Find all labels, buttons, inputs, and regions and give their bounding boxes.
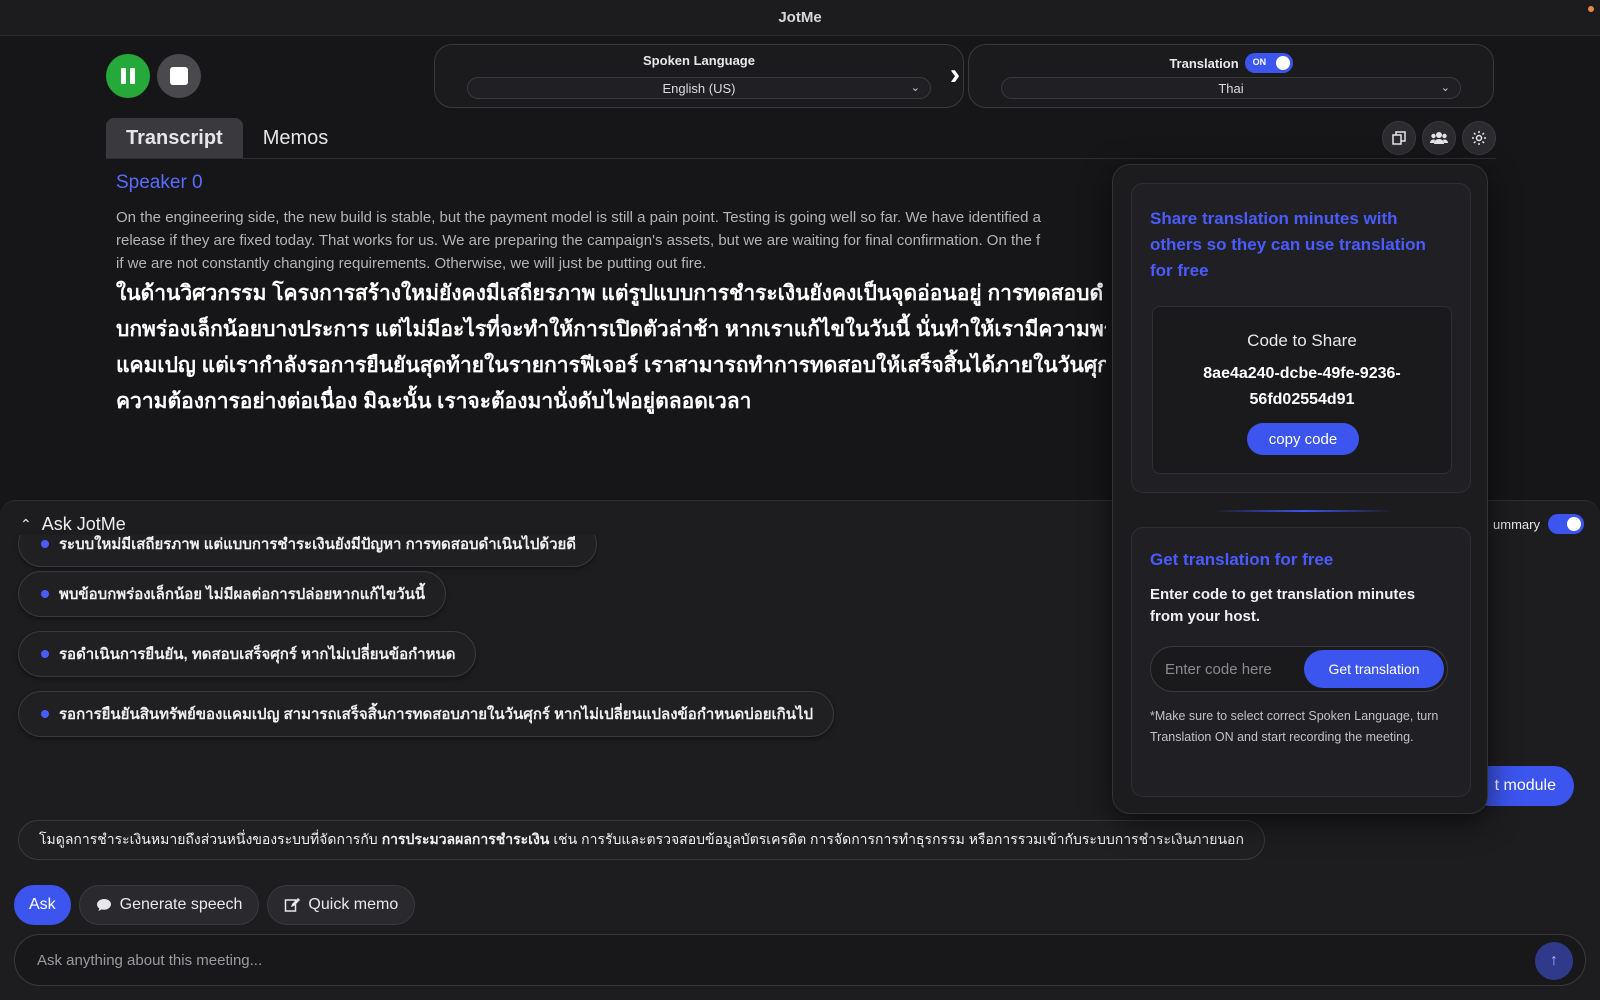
translation-header: Translation ON [969,53,1493,73]
bullet-dot [41,650,49,658]
share-code-line: 8ae4a240-dcbe-49fe-9236- [1203,365,1401,382]
list-item[interactable]: รอการยืนยันสินทรัพย์ของแคมเปญ สามารถเสร็… [18,691,835,737]
list-item-text: รอดำเนินการยืนยัน, ทดสอบเสร็จศุกร์ หากไม… [59,646,456,663]
copy-icon [1392,131,1406,145]
share-code-line: 56fd02554d91 [1249,391,1355,408]
translation-language-value: Thai [1218,80,1244,96]
quick-memo-label: Quick memo [308,896,399,913]
pause-recording-button[interactable] [106,54,150,98]
ask-button-label: Ask [29,896,56,913]
spoken-language-box: Spoken Language English (US) ⌄ [434,44,964,108]
share-translation-popover: Share translation minutes with others so… [1112,164,1488,814]
transcript-original-text: On the engineering side, the new build i… [116,206,1106,275]
get-translation-button[interactable]: Get translation [1304,650,1444,688]
copy-button[interactable] [1382,121,1416,155]
code-input[interactable] [1165,647,1305,691]
list-item[interactable]: ระบบใหม่มีเสถียรภาพ แต่แบบการชำระเงินยัง… [18,535,598,567]
answer-text-bold: การประมวลผลการชำระเงิน [381,831,550,847]
transcript-translated-text: ในด้านวิศวกรรม โครงการสร้างใหม่ยังคงมีเส… [116,276,1106,420]
spoken-language-select[interactable]: English (US) ⌄ [467,77,931,99]
ask-button[interactable]: Ask [14,885,71,925]
share-code-card: Share translation minutes with others so… [1131,183,1471,493]
settings-button[interactable] [1462,121,1496,155]
translated-line: บกพร่องเล็กน้อยบางประการ แต่ไม่มีอะไรที่… [116,318,1106,341]
ask-input[interactable] [37,935,1517,985]
spoken-language-value: English (US) [662,80,736,96]
people-icon [1430,132,1448,144]
share-code: 8ae4a240-dcbe-49fe-9236- 56fd02554d91 [1153,361,1451,413]
summary-toggle[interactable] [1548,514,1584,534]
translation-language-select[interactable]: Thai ⌄ [1001,77,1461,99]
summary-toggle-row: ummary [1493,514,1584,534]
window-status-dot [1588,6,1594,12]
ask-actions: Ask Generate speech Quick memo [14,885,416,925]
answer-text-prefix: โมดูลการชำระเงินหมายถึงส่วนหนึ่งของระบบท… [39,831,378,847]
transcript-line: if we are not constantly changing requir… [116,255,707,272]
speaker-label: Speaker 0 [116,172,203,193]
translation-box: Translation ON Thai ⌄ [968,44,1494,108]
pause-icon [121,68,135,84]
tab-divider [106,158,1496,159]
bullet-dot [41,540,49,548]
tab-transcript[interactable]: Transcript [106,118,243,158]
chevron-down-icon: ⌄ [1440,82,1450,94]
translation-toggle[interactable]: ON [1244,53,1293,73]
list-item-text: พบข้อบกพร่องเล็กน้อย ไม่มีผลต่อการปล่อยห… [59,586,426,603]
ask-panel-title: Ask JotMe [41,514,126,534]
translation-toggle-text: ON [1252,57,1267,67]
code-box: Code to Share 8ae4a240-dcbe-49fe-9236- 5… [1152,306,1452,474]
divider-glow [1213,510,1393,512]
toggle-knob [1275,56,1290,70]
ask-input-box: ↑ [14,934,1586,986]
share-title: Share translation minutes with others so… [1150,209,1426,280]
summary-list: ระบบใหม่มีเสถียรภาพ แต่แบบการชำระเงินยัง… [0,535,1100,755]
answer-bubble: โมดูลการชำระเงินหมายถึงส่วนหนึ่งของระบบท… [18,820,1265,860]
copy-code-button[interactable]: copy code [1247,423,1359,455]
bullet-dot [41,710,49,718]
translated-line: ความต้องการอย่างต่อเนื่อง มิฉะนั้น เราจะ… [116,390,752,413]
instruction-note: *Make sure to select correct Spoken Lang… [1150,709,1439,744]
tab-memos[interactable]: Memos [243,118,349,158]
summary-label: ummary [1493,516,1540,532]
transcript-line: release if they are fixed today. That wo… [116,232,1041,249]
list-item[interactable]: รอดำเนินการยืนยัน, ทดสอบเสร็จศุกร์ หากไม… [18,631,477,677]
stop-recording-button[interactable] [157,54,201,98]
title-bar: JotMe [0,0,1600,36]
code-label: Code to Share [1247,331,1357,350]
settings-icon [1472,131,1486,145]
translation-label: Translation [1169,55,1239,71]
stop-icon [170,67,188,85]
free-translation-description: Enter code to get translation minutes fr… [1150,586,1416,625]
translated-line: ในด้านวิศวกรรม โครงการสร้างใหม่ยังคงมีเส… [116,282,1104,305]
arrow-up-icon: ↑ [1550,952,1558,969]
share-people-button[interactable] [1422,121,1456,155]
spoken-language-label: Spoken Language [643,53,755,68]
list-item-text: ระบบใหม่มีเสถียรภาพ แต่แบบการชำระเงินยัง… [59,536,577,553]
code-input-group: Get translation [1150,646,1448,692]
app-title: JotMe [778,9,822,26]
ask-panel-header[interactable]: ⌃ Ask JotMe [20,514,126,535]
speech-bubble-icon [96,899,111,911]
answer-text-suffix: เช่น การรับและตรวจสอบข้อมูลบัตรเครดิต กา… [553,831,1244,847]
list-item[interactable]: พบข้อบกพร่องเล็กน้อย ไม่มีผลต่อการปล่อยห… [18,571,447,617]
chevron-down-icon: ⌄ [910,82,920,94]
chevron-up-icon: ⌃ [20,516,32,532]
translated-line: แคมเปญ แต่เรากำลังรอการยืนยันสุดท้ายในรา… [116,354,1106,377]
list-item-text: รอการยืนยันสินทรัพย์ของแคมเปญ สามารถเสร็… [59,706,814,723]
main-tabs: Transcript Memos [106,118,348,158]
toggle-knob [1567,517,1581,531]
generate-speech-label: Generate speech [119,896,243,913]
free-translation-title: Get translation for free [1150,550,1334,569]
edit-icon [285,898,301,912]
generate-speech-button[interactable]: Generate speech [78,885,260,925]
transcript-line: On the engineering side, the new build i… [116,209,1041,226]
quick-memo-button[interactable]: Quick memo [267,885,416,925]
bullet-dot [41,590,49,598]
redeem-code-card: Get translation for free Enter code to g… [1131,527,1471,797]
send-button[interactable]: ↑ [1535,942,1573,980]
